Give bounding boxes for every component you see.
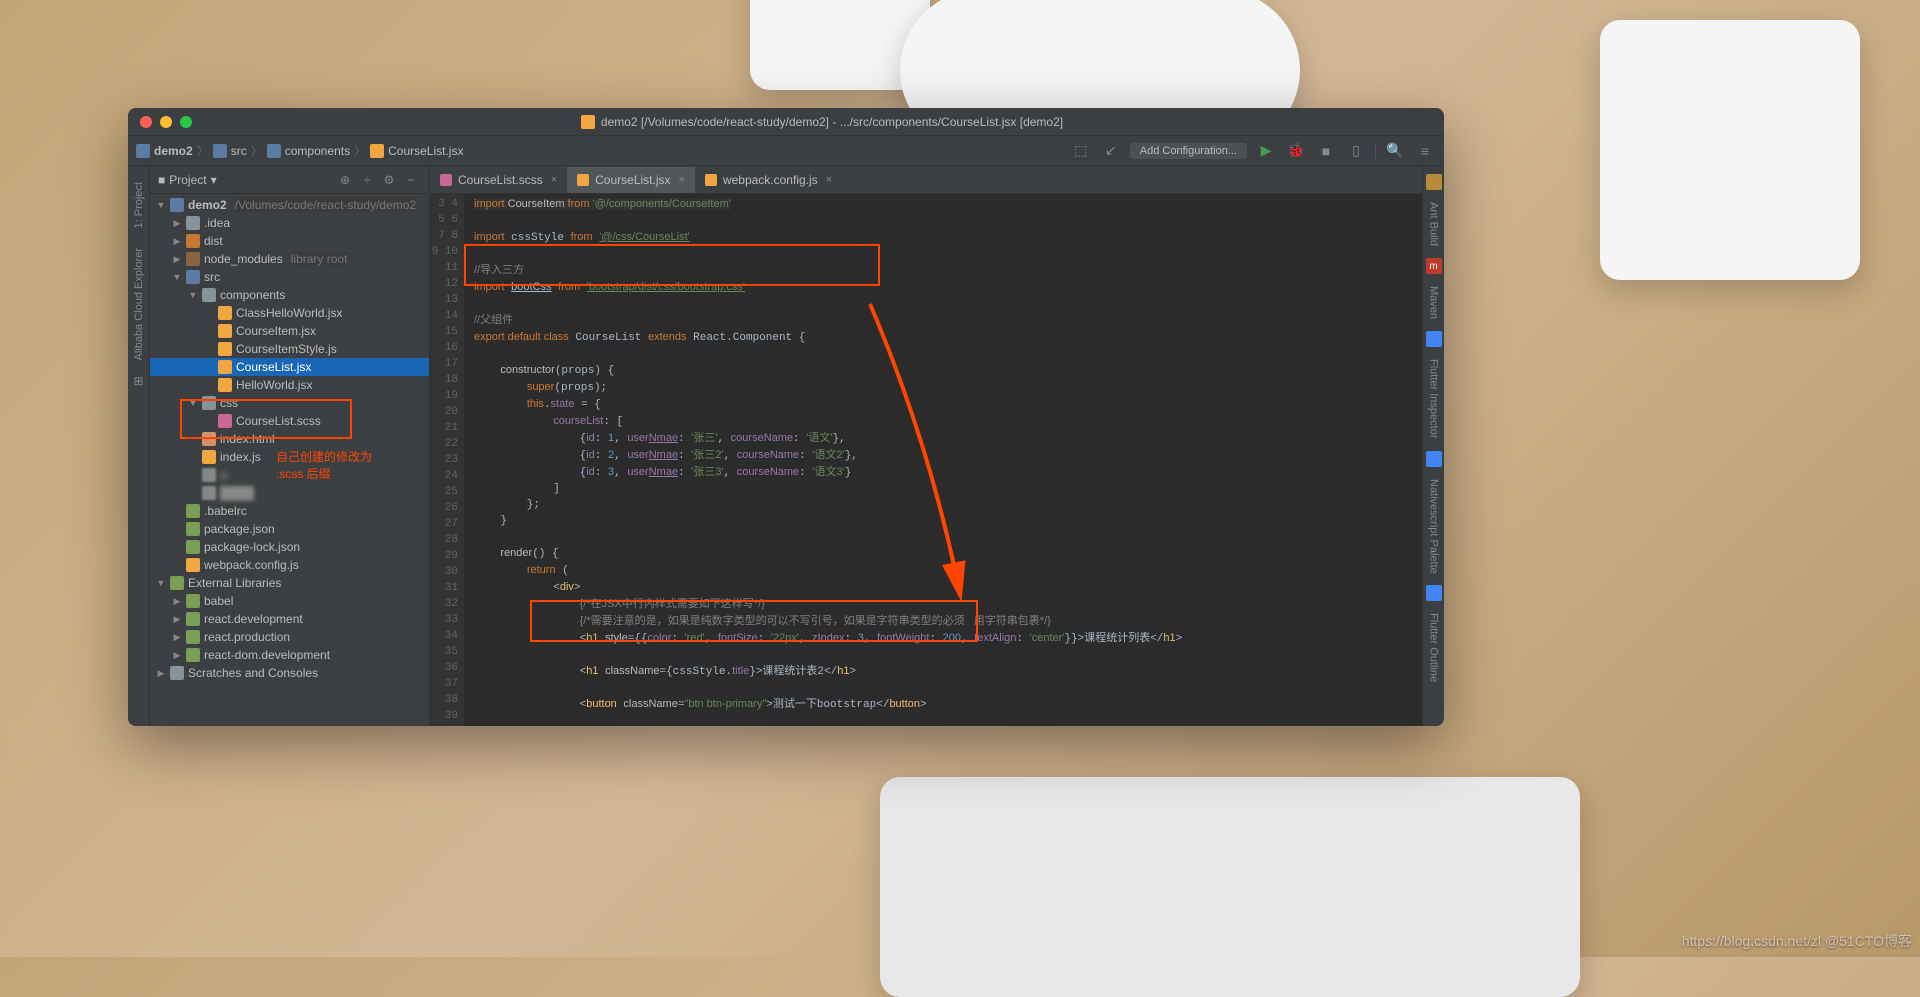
tree-file-selected[interactable]: CourseList.jsx <box>150 358 429 376</box>
window-title: demo2 [/Volumes/code/react-study/demo2] … <box>212 115 1432 129</box>
tree-folder-src[interactable]: ▼src <box>150 268 429 286</box>
right-tool-strip: Ant Build m Maven Flutter Inspector Nati… <box>1422 166 1444 726</box>
sync-icon[interactable]: ↙ <box>1100 140 1122 162</box>
search-icon[interactable]: 🔍 <box>1384 140 1406 162</box>
breadcrumb-item[interactable]: components <box>267 144 350 158</box>
tree-file[interactable]: CourseItemStyle.js <box>150 340 429 358</box>
tree-file-scss[interactable]: CourseList.scss <box>150 412 429 430</box>
toolbar: demo2 〉 src 〉 components 〉 CourseList.js… <box>128 136 1444 166</box>
debug-icon[interactable]: 🐞 <box>1285 140 1307 162</box>
tree-file[interactable]: CourseItem.jsx <box>150 322 429 340</box>
maven-button[interactable]: Maven <box>1428 278 1440 327</box>
tab-webpack-config[interactable]: webpack.config.js× <box>695 167 842 193</box>
code-content[interactable]: import CourseItem from '@/components/Cou… <box>464 194 1422 726</box>
add-configuration-button[interactable]: Add Configuration... <box>1130 143 1247 159</box>
tree-file[interactable]: package-lock.json <box>150 538 429 556</box>
app-icon <box>581 115 595 129</box>
editor-area: CourseList.scss× CourseList.jsx× webpack… <box>430 166 1422 726</box>
editor-tabs: CourseList.scss× CourseList.jsx× webpack… <box>430 166 1422 194</box>
tree-lib[interactable]: ▶react.production <box>150 628 429 646</box>
maximize-window-button[interactable] <box>180 116 192 128</box>
annotation-text: 自己创建的修改为.scss 后缀 <box>276 448 372 482</box>
gutter: 3 4 5 6 7 8 9 10 11 12 13 14 15 16 17 18… <box>430 194 464 726</box>
device-icon[interactable]: ▯ <box>1345 140 1367 162</box>
close-icon[interactable]: × <box>826 174 832 186</box>
flutter-inspector-button[interactable]: Flutter Inspector <box>1428 351 1440 446</box>
nativescript-button[interactable]: Nativescript Palette <box>1428 471 1440 582</box>
tree-folder[interactable]: ▶dist <box>150 232 429 250</box>
tree-scratches[interactable]: ▶Scratches and Consoles <box>150 664 429 682</box>
settings-icon[interactable]: ⚙ <box>379 170 399 190</box>
tree-lib[interactable]: ▶react-dom.development <box>150 646 429 664</box>
chevron-right-icon: 〉 <box>197 142 209 159</box>
structure-icon[interactable]: ⊞ <box>131 373 147 389</box>
build-icon[interactable]: ⬚ <box>1070 140 1092 162</box>
settings-icon[interactable]: ≡ <box>1414 140 1436 162</box>
tree-file[interactable]: package.json <box>150 520 429 538</box>
js-file-icon <box>705 174 717 186</box>
tree-file[interactable]: HelloWorld.jsx <box>150 376 429 394</box>
close-icon[interactable]: × <box>679 174 685 186</box>
toolbar-right: ⬚ ↙ Add Configuration... ▶ 🐞 ■ ▯ 🔍 ≡ <box>1070 140 1436 162</box>
tree-file[interactable]: index.html <box>150 430 429 448</box>
maven-icon[interactable]: m <box>1426 258 1442 274</box>
ant-build-icon[interactable] <box>1426 174 1442 190</box>
close-icon[interactable]: × <box>551 174 557 186</box>
flutter-icon[interactable] <box>1426 331 1442 347</box>
project-tool-button[interactable]: 1: Project <box>133 174 145 236</box>
tree-lib[interactable]: ▶babel <box>150 592 429 610</box>
flutter-outline-button[interactable]: Flutter Outline <box>1428 605 1440 690</box>
jsx-file-icon <box>370 144 384 158</box>
jsx-file-icon <box>577 174 589 186</box>
nativescript-icon[interactable] <box>1426 451 1442 467</box>
breadcrumb-item[interactable]: demo2 <box>136 144 193 158</box>
flutter-outline-icon[interactable] <box>1426 585 1442 601</box>
folder-icon <box>267 144 281 158</box>
tree-folder[interactable]: ▶.idea <box>150 214 429 232</box>
hide-icon[interactable]: − <box>401 170 421 190</box>
chevron-right-icon: 〉 <box>354 142 366 159</box>
tree-folder-components[interactable]: ▼components <box>150 286 429 304</box>
tree-root[interactable]: ▼demo2/Volumes/code/react-study/demo2 <box>150 196 429 214</box>
chevron-right-icon: 〉 <box>251 142 263 159</box>
stop-icon[interactable]: ■ <box>1315 140 1337 162</box>
watermark: https://blog.csdn.net/zl @51CTO博客 <box>1682 931 1912 951</box>
run-icon[interactable]: ▶ <box>1255 140 1277 162</box>
alibaba-cloud-tool-button[interactable]: Alibaba Cloud Explorer <box>133 240 145 369</box>
close-window-button[interactable] <box>140 116 152 128</box>
project-sidebar: ■ Project ▾ ⊕ ÷ ⚙ − ▼demo2/Volumes/code/… <box>150 166 430 726</box>
breadcrumb-item[interactable]: CourseList.jsx <box>370 144 463 158</box>
breadcrumb-item[interactable]: src <box>213 144 247 158</box>
tree-folder-css[interactable]: ▼css <box>150 394 429 412</box>
tab-courselist-scss[interactable]: CourseList.scss× <box>430 167 567 193</box>
scss-file-icon <box>440 174 452 186</box>
breadcrumb: demo2 〉 src 〉 components 〉 CourseList.js… <box>136 142 463 159</box>
tree-file[interactable]: ████ <box>150 484 429 502</box>
traffic-lights <box>140 116 192 128</box>
folder-icon <box>213 144 227 158</box>
tree-folder[interactable]: ▶node_moduleslibrary root <box>150 250 429 268</box>
project-panel-title[interactable]: ■ Project ▾ <box>158 173 217 187</box>
ant-build-button[interactable]: Ant Build <box>1428 194 1440 254</box>
tree-file[interactable]: webpack.config.js <box>150 556 429 574</box>
tab-courselist-jsx[interactable]: CourseList.jsx× <box>567 167 695 193</box>
folder-icon <box>136 144 150 158</box>
code-editor[interactable]: 3 4 5 6 7 8 9 10 11 12 13 14 15 16 17 18… <box>430 194 1422 726</box>
minimize-window-button[interactable] <box>160 116 172 128</box>
project-panel-header: ■ Project ▾ ⊕ ÷ ⚙ − <box>150 166 429 194</box>
left-tool-strip: 1: Project Alibaba Cloud Explorer ⊞ <box>128 166 150 726</box>
tree-file[interactable]: ClassHelloWorld.jsx <box>150 304 429 322</box>
titlebar: demo2 [/Volumes/code/react-study/demo2] … <box>128 108 1444 136</box>
locate-icon[interactable]: ⊕ <box>335 170 355 190</box>
expand-icon[interactable]: ÷ <box>357 170 377 190</box>
main-area: 1: Project Alibaba Cloud Explorer ⊞ ■ Pr… <box>128 166 1444 726</box>
tree-lib[interactable]: ▶react.development <box>150 610 429 628</box>
tree-file[interactable]: .babelrc <box>150 502 429 520</box>
tree-external-libraries[interactable]: ▼External Libraries <box>150 574 429 592</box>
ide-window: demo2 [/Volumes/code/react-study/demo2] … <box>128 108 1444 726</box>
